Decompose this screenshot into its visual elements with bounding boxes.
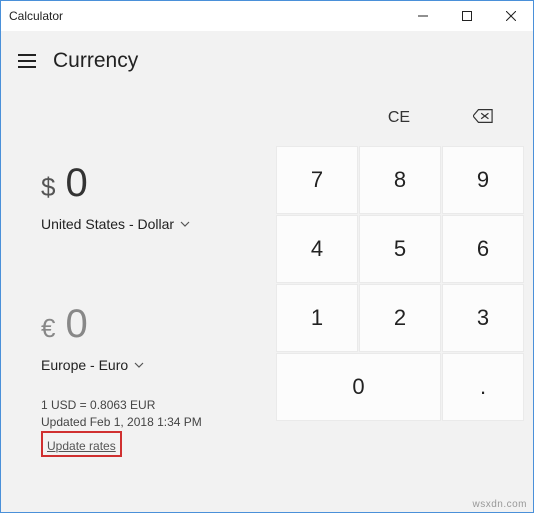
close-button[interactable] — [489, 1, 533, 31]
highlight-box: Update rates — [41, 431, 122, 458]
from-currency-label: United States - Dollar — [41, 216, 174, 232]
update-rates-link[interactable]: Update rates — [47, 438, 116, 455]
page-title: Currency — [53, 49, 138, 73]
backspace-button[interactable] — [443, 93, 523, 143]
key-decimal[interactable]: . — [443, 354, 523, 420]
to-value: 0 — [65, 302, 87, 347]
to-symbol: € — [41, 313, 55, 344]
app-window: Calculator Currency $ 0 Unite — [0, 0, 534, 513]
key-9[interactable]: 9 — [443, 147, 523, 213]
maximize-button[interactable] — [445, 1, 489, 31]
keypad-grid: 7 8 9 4 5 6 1 2 3 0 . — [265, 147, 523, 420]
keypad-panel: CE 7 8 9 4 5 6 1 — [265, 81, 523, 504]
minimize-button[interactable] — [401, 1, 445, 31]
currency-panel: $ 0 United States - Dollar € 0 Europe - … — [11, 81, 265, 504]
rate-info: 1 USD = 0.8063 EUR Updated Feb 1, 2018 1… — [11, 397, 265, 457]
key-7[interactable]: 7 — [277, 147, 357, 213]
window-title: Calculator — [1, 9, 401, 23]
chevron-down-icon — [180, 216, 190, 232]
watermark: wsxdn.com — [472, 499, 527, 510]
from-currency-select[interactable]: United States - Dollar — [11, 216, 265, 232]
content: $ 0 United States - Dollar € 0 Europe - … — [1, 81, 533, 512]
from-symbol: $ — [41, 172, 55, 203]
to-currency-label: Europe - Euro — [41, 357, 128, 373]
key-5[interactable]: 5 — [360, 216, 440, 282]
key-8[interactable]: 8 — [360, 147, 440, 213]
key-1[interactable]: 1 — [277, 285, 357, 351]
clear-entry-button[interactable]: CE — [359, 93, 439, 143]
header: Currency — [1, 31, 533, 81]
to-value-row[interactable]: € 0 — [11, 302, 265, 347]
key-3[interactable]: 3 — [443, 285, 523, 351]
from-value: 0 — [65, 161, 87, 206]
key-0[interactable]: 0 — [277, 354, 440, 420]
keypad-util-row: CE — [265, 93, 523, 143]
to-currency-select[interactable]: Europe - Euro — [11, 357, 265, 373]
titlebar: Calculator — [1, 1, 533, 31]
rate-updated: Updated Feb 1, 2018 1:34 PM — [41, 414, 265, 431]
rate-line: 1 USD = 0.8063 EUR — [41, 397, 265, 414]
key-4[interactable]: 4 — [277, 216, 357, 282]
from-value-row[interactable]: $ 0 — [11, 161, 265, 206]
hamburger-menu-button[interactable] — [7, 41, 47, 81]
chevron-down-icon — [134, 357, 144, 373]
key-2[interactable]: 2 — [360, 285, 440, 351]
backspace-icon — [473, 109, 493, 128]
key-6[interactable]: 6 — [443, 216, 523, 282]
